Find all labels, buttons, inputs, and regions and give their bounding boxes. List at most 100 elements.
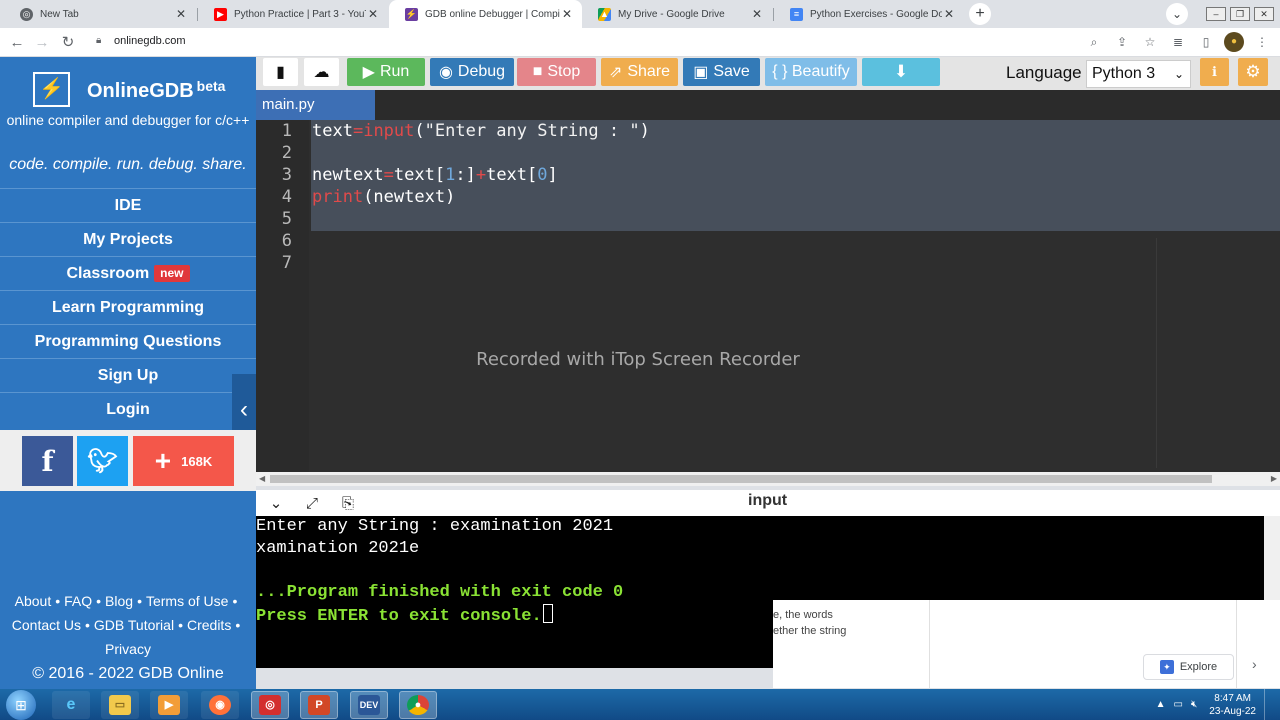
- footer-link-contact[interactable]: Contact Us: [12, 617, 81, 633]
- internet-explorer-icon: e: [66, 696, 76, 713]
- new-file-button[interactable]: ▮: [263, 58, 298, 86]
- onlinegdb-logo-icon[interactable]: ⚡: [33, 72, 70, 107]
- taskbar-powerpoint[interactable]: P: [300, 691, 338, 719]
- reading-list-icon[interactable]: ≣: [1168, 32, 1188, 52]
- browser-tab-google-docs[interactable]: ≡ Python Exercises - Google Docs ✕: [774, 0, 964, 28]
- code-line: 4 print(newtext): [256, 186, 1280, 208]
- address-bar[interactable]: 🔒︎ onlinegdb.com: [86, 32, 1116, 53]
- sidebar: ⚡ OnlineGDB beta online compiler and debu…: [0, 57, 256, 689]
- brand-name[interactable]: OnlineGDB beta: [87, 78, 225, 103]
- volume-muted-icon[interactable]: 🔇︎: [1191, 699, 1197, 710]
- close-window-icon[interactable]: ✕: [1254, 7, 1274, 21]
- code-editor[interactable]: 1 text=input("Enter any String : ") 2 3 newt…: [256, 120, 1280, 472]
- taskbar-firefox[interactable]: ◉: [201, 691, 239, 719]
- footer-link-credits[interactable]: Credits: [187, 617, 231, 633]
- taskbar-file-explorer[interactable]: ▭: [101, 691, 139, 719]
- upload-button[interactable]: ☁: [304, 58, 339, 86]
- debug-button[interactable]: ◉ Debug: [430, 58, 514, 86]
- save-button[interactable]: ▣ Save: [683, 58, 760, 86]
- clock-date: 23-Aug-22: [1209, 705, 1256, 717]
- browser-tab-onlinegdb[interactable]: ⚡ GDB online Debugger | Compiler ✕: [389, 0, 582, 28]
- tray-overflow-icon[interactable]: ▲: [1156, 699, 1166, 710]
- browser-tab-new-tab[interactable]: ◎ New Tab ✕: [4, 0, 196, 28]
- scrollbar-thumb[interactable]: [270, 475, 1212, 483]
- footer-link-terms[interactable]: Terms of Use: [146, 593, 228, 609]
- line-code: text=input("Enter any String : "): [312, 120, 650, 142]
- scroll-left-icon[interactable]: ◀: [259, 472, 265, 486]
- chevron-right-icon[interactable]: ›: [1252, 656, 1257, 672]
- taskbar-internet-explorer[interactable]: e: [52, 691, 90, 719]
- network-icon[interactable]: ▭: [1174, 699, 1183, 710]
- twitter-share-button[interactable]: 🐦︎: [77, 436, 128, 486]
- language-value: Python 3: [1092, 65, 1156, 82]
- close-tab-icon[interactable]: ✕: [560, 7, 574, 21]
- reload-icon[interactable]: ↻: [57, 32, 79, 54]
- browser-tab-google-drive[interactable]: ▲ My Drive - Google Drive ✕: [582, 0, 772, 28]
- clock[interactable]: 8:47 AM 23-Aug-22: [1209, 692, 1256, 718]
- sidebar-item-login[interactable]: Login: [0, 392, 256, 426]
- scroll-right-icon[interactable]: ▶: [1271, 472, 1277, 486]
- sidebar-item-ide[interactable]: IDE: [0, 188, 256, 222]
- show-desktop-button[interactable]: [1264, 689, 1274, 720]
- beautify-button[interactable]: { } Beautify: [765, 58, 857, 86]
- back-icon[interactable]: ←: [6, 32, 28, 54]
- profile-avatar-icon[interactable]: ●: [1224, 32, 1244, 52]
- code-token: text: [312, 121, 353, 141]
- sidebar-item-programming-questions[interactable]: Programming Questions: [0, 324, 256, 358]
- restore-icon[interactable]: ❐: [1230, 7, 1250, 21]
- footer-link-privacy[interactable]: Privacy: [105, 641, 151, 657]
- explore-button[interactable]: ✦ Explore: [1143, 654, 1234, 680]
- sidebar-item-sign-up[interactable]: Sign Up: [0, 358, 256, 392]
- addthis-share-button[interactable]: +168K: [133, 436, 234, 486]
- minimize-icon[interactable]: –: [1206, 7, 1226, 21]
- code-token: =: [383, 165, 394, 185]
- social-share-strip: f 🐦︎ +168K: [0, 430, 256, 491]
- footer-link-blog[interactable]: Blog: [105, 593, 133, 609]
- language-select[interactable]: Python 3 ⌄: [1086, 60, 1191, 88]
- browser-tab-youtube[interactable]: ▶ Python Practice | Part 3 - YouTube ✕: [198, 0, 388, 28]
- sidebar-item-learn-programming[interactable]: Learn Programming: [0, 290, 256, 324]
- new-tab-button[interactable]: +: [969, 3, 991, 25]
- editor-horizontal-scrollbar[interactable]: ◀ ▶: [256, 472, 1280, 486]
- settings-button[interactable]: ⚙: [1238, 58, 1268, 86]
- taskbar-media-player[interactable]: ▶: [150, 691, 188, 719]
- close-tab-icon[interactable]: ✕: [366, 7, 380, 21]
- copy-console-icon[interactable]: ⎘: [337, 493, 359, 515]
- copyright: © 2016 - 2022 GDB Online: [32, 665, 224, 682]
- expand-console-icon[interactable]: ⤢: [301, 493, 323, 515]
- share-button[interactable]: ⇗ Share: [601, 58, 678, 86]
- close-tab-icon[interactable]: ✕: [174, 7, 188, 21]
- forward-icon[interactable]: →: [31, 32, 53, 54]
- footer-link-gdb-tutorial[interactable]: GDB Tutorial: [94, 617, 174, 633]
- info-button[interactable]: ℹ: [1200, 58, 1229, 86]
- sidebar-item-my-projects[interactable]: My Projects: [0, 222, 256, 256]
- taskbar-screen-recorder[interactable]: ◎: [251, 691, 289, 719]
- stop-button[interactable]: ■ Stop: [517, 58, 596, 86]
- start-button[interactable]: ⊞: [6, 690, 36, 720]
- footer-link-faq[interactable]: FAQ: [64, 593, 92, 609]
- browser-action-icons: ⌕ ⇪ ☆ ≣ ▯ ● ⋮: [1084, 32, 1272, 52]
- zoom-icon[interactable]: ⌕: [1084, 32, 1104, 52]
- footer-link-about[interactable]: About: [15, 593, 52, 609]
- taskbar-chrome[interactable]: ●: [399, 691, 437, 719]
- twitter-icon: 🐦︎: [87, 447, 118, 475]
- bookmark-star-icon[interactable]: ☆: [1140, 32, 1160, 52]
- file-tab-main-py[interactable]: main.py: [256, 90, 375, 120]
- taskbar-dev-cpp[interactable]: DEV: [350, 691, 388, 719]
- tab-search-icon[interactable]: ⌄: [1166, 3, 1188, 25]
- browser-menu-icon[interactable]: ⋮: [1252, 32, 1272, 52]
- upload-cloud-icon: ☁: [313, 64, 330, 81]
- side-panel-icon[interactable]: ▯: [1196, 32, 1216, 52]
- run-button[interactable]: ▶ Run: [347, 58, 425, 86]
- close-tab-icon[interactable]: ✕: [750, 7, 764, 21]
- collapse-console-icon[interactable]: ⌄: [265, 493, 287, 515]
- close-tab-icon[interactable]: ✕: [942, 7, 956, 21]
- share-page-icon[interactable]: ⇪: [1112, 32, 1132, 52]
- sidebar-item-classroom[interactable]: Classroom new: [0, 256, 256, 290]
- save-icon: ▣: [693, 64, 709, 81]
- lock-icon[interactable]: 🔒︎: [96, 35, 101, 46]
- download-button[interactable]: ⬇: [862, 58, 940, 86]
- line-number: 4: [281, 187, 292, 207]
- line-code: newtext=text[1:]+text[0]: [312, 164, 558, 186]
- facebook-share-button[interactable]: f: [22, 436, 73, 486]
